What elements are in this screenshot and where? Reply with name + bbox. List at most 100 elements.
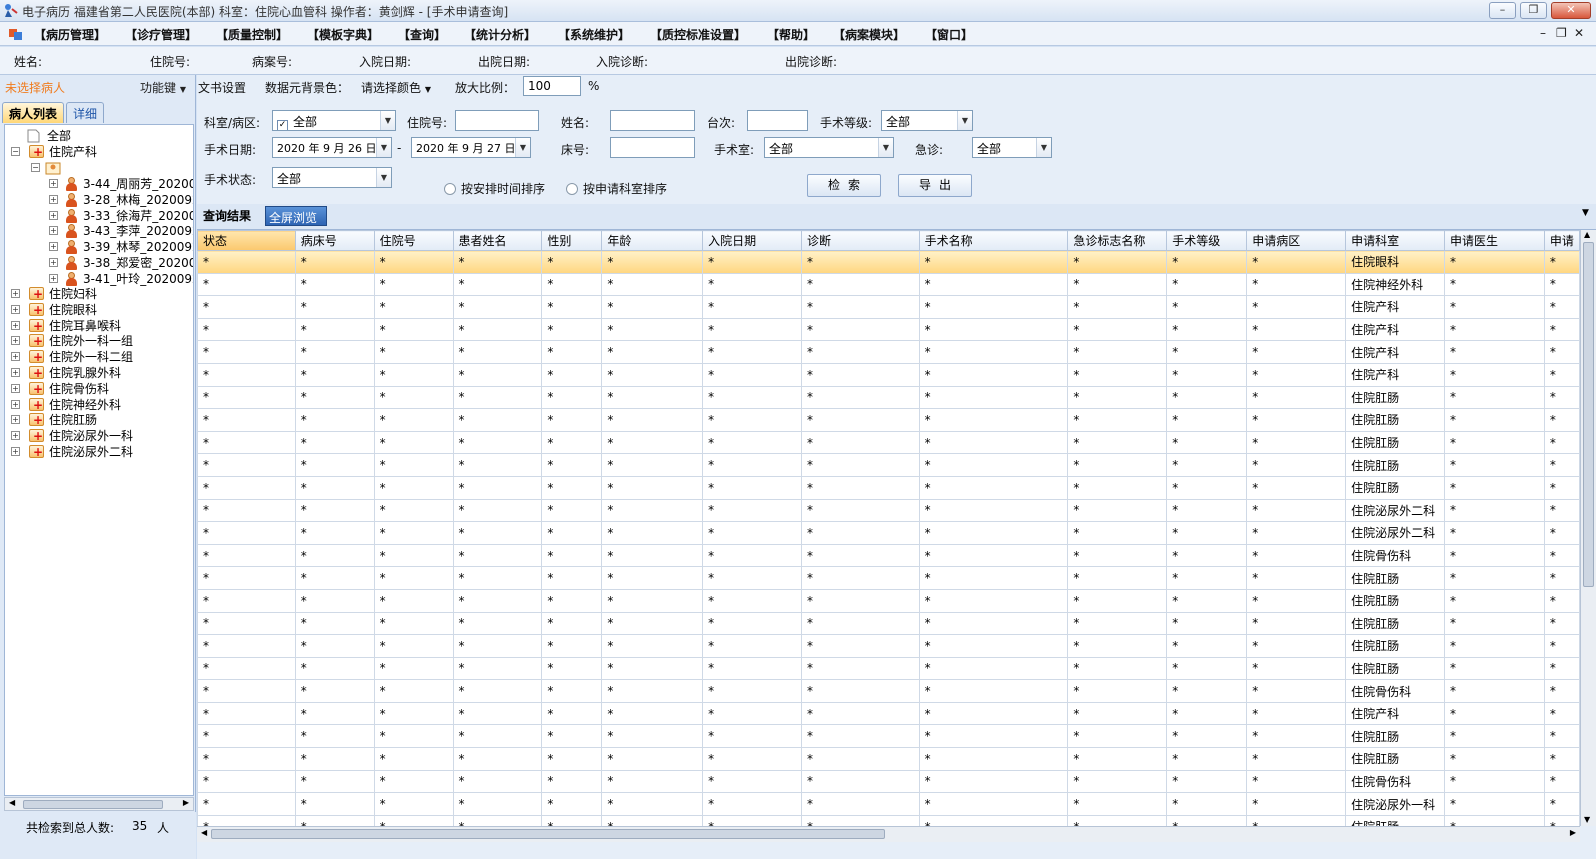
expand-icon[interactable]: +: [11, 415, 20, 425]
collapse-arrow-icon[interactable]: ▼: [1582, 208, 1589, 218]
zoom-input[interactable]: 100: [523, 76, 581, 96]
tree-dept-node[interactable]: + 住院眼科: [11, 302, 191, 318]
table-row[interactable]: ************住院肛肠**: [197, 385, 1580, 410]
menu-help[interactable]: 【帮助】: [767, 26, 815, 43]
name-input[interactable]: [610, 110, 695, 131]
column-header[interactable]: 申请病区: [1246, 230, 1347, 251]
scroll-thumb[interactable]: [23, 800, 163, 809]
tree-horizontal-scrollbar[interactable]: ◀ ▶: [4, 797, 194, 811]
table-row[interactable]: ************住院肛肠**: [197, 747, 1580, 771]
date-from-picker[interactable]: 2020 年 9 月 26 日 ▼: [272, 137, 392, 158]
tree-dept-node[interactable]: + 住院肛肠: [11, 412, 191, 428]
tree-dept-node[interactable]: + 住院妇科: [11, 286, 191, 302]
mdi-close-button[interactable]: ✕: [1574, 26, 1584, 40]
collapse-icon[interactable]: −: [31, 163, 40, 172]
menu-query[interactable]: 【查询】: [398, 26, 446, 43]
expand-icon[interactable]: +: [49, 273, 58, 283]
bg-color-select[interactable]: 请选择颜色 ▼: [361, 79, 431, 96]
table-row[interactable]: * * * * * * * * * * * * 住院产科 * *: [197, 701, 1580, 726]
table-row[interactable]: ************住院肛肠**: [197, 453, 1580, 477]
column-header[interactable]: 手术名称: [918, 230, 1069, 251]
minimize-button[interactable]: –: [1489, 2, 1516, 19]
scroll-left-icon[interactable]: ◀: [9, 798, 15, 807]
table-row[interactable]: ************住院肛肠**: [197, 634, 1580, 658]
dropdown-arrow-icon[interactable]: ▼: [957, 111, 972, 130]
table-row[interactable]: * * * * * * * * * * * * 住院产科 * *: [197, 295, 1580, 319]
table-row[interactable]: ************住院肛肠**: [197, 588, 1580, 613]
tree-dept-node[interactable]: + 住院乳腺外科: [11, 365, 191, 381]
expand-icon[interactable]: +: [49, 194, 58, 204]
table-row[interactable]: ************住院肛肠**: [197, 430, 1580, 455]
tree-dept-node[interactable]: + 住院耳鼻喉科: [11, 318, 191, 334]
scroll-up-icon[interactable]: ▲: [1584, 230, 1590, 239]
doc-settings-link[interactable]: 文书设置: [198, 79, 246, 96]
menu-case-module[interactable]: 【病案模块】: [833, 26, 905, 43]
expand-icon[interactable]: +: [49, 242, 58, 252]
grid-vertical-scrollbar[interactable]: ▲ ▼: [1580, 230, 1596, 826]
column-header[interactable]: 申请: [1543, 230, 1580, 251]
table-row[interactable]: * * * * * * * * * * * * 住院骨伤科 * *: [197, 543, 1580, 568]
menu-treatment[interactable]: 【诊疗管理】: [125, 26, 197, 43]
sort-by-dept-radio[interactable]: 按申请科室排序: [566, 180, 667, 197]
column-header[interactable]: 申请医生: [1444, 230, 1545, 251]
restore-button[interactable]: ❐: [1520, 2, 1547, 19]
tree-dept-node[interactable]: + 住院骨伤科: [11, 381, 191, 397]
expand-icon[interactable]: +: [11, 320, 20, 330]
expand-icon[interactable]: +: [11, 383, 20, 393]
menu-statistics[interactable]: 【统计分析】: [464, 26, 536, 43]
column-header[interactable]: 诊断: [800, 230, 920, 251]
tree-dept-node[interactable]: + 住院外一科二组: [11, 349, 191, 365]
level-select[interactable]: 全部 ▼: [881, 110, 973, 131]
expand-icon[interactable]: +: [49, 210, 58, 220]
column-header[interactable]: 手术等级: [1166, 230, 1248, 251]
scroll-thumb[interactable]: [211, 829, 885, 839]
function-key-dropdown[interactable]: 功能键 ▼: [140, 79, 186, 96]
scroll-thumb[interactable]: [1583, 242, 1594, 587]
expand-icon[interactable]: +: [11, 368, 20, 377]
times-input[interactable]: [747, 110, 808, 131]
room-select[interactable]: 全部 ▼: [764, 137, 894, 158]
column-header[interactable]: 病床号: [294, 230, 375, 251]
column-header[interactable]: 住院号: [373, 230, 454, 251]
dropdown-arrow-icon[interactable]: ▼: [1036, 138, 1051, 157]
export-button[interactable]: 导出: [898, 174, 972, 197]
dropdown-arrow-icon[interactable]: ▼: [878, 138, 893, 157]
column-header[interactable]: 年龄: [601, 230, 704, 251]
radio-icon[interactable]: [444, 183, 456, 195]
tab-patient-list[interactable]: 病人列表: [2, 102, 65, 123]
table-row[interactable]: ************住院肛肠**: [197, 408, 1580, 432]
close-button[interactable]: ✕: [1551, 2, 1591, 19]
sort-by-time-radio[interactable]: 按安排时间排序: [444, 180, 545, 197]
column-header[interactable]: 入院日期: [702, 230, 802, 251]
expand-icon[interactable]: +: [11, 399, 20, 409]
tree-dept-node[interactable]: + 住院泌尿外二科: [11, 444, 191, 460]
column-header[interactable]: 申请科室: [1345, 230, 1446, 251]
tree-dept-node[interactable]: + 住院泌尿外一科: [11, 428, 191, 444]
table-row[interactable]: * * * * * * * * * * * * 住院神经外科 * *: [197, 272, 1580, 297]
tab-detail[interactable]: 详细: [66, 102, 105, 123]
expand-icon[interactable]: +: [11, 304, 20, 314]
table-row[interactable]: ************住院肛肠**: [197, 656, 1580, 681]
emergency-select[interactable]: 全部 ▼: [972, 137, 1052, 158]
search-button[interactable]: 检索: [807, 174, 881, 197]
tree-dept-node[interactable]: + 住院外一科一组: [11, 333, 191, 349]
tree-dept-node[interactable]: + 住院神经外科: [11, 397, 191, 413]
scroll-right-icon[interactable]: ▶: [1570, 828, 1576, 837]
column-header[interactable]: 患者姓名: [452, 230, 543, 251]
fullscreen-button[interactable]: 全屏浏览: [265, 206, 327, 226]
table-row[interactable]: * * * * * * * * * * * * 住院泌尿外二科 * *: [197, 521, 1580, 545]
scroll-down-icon[interactable]: ▼: [1584, 815, 1590, 824]
menu-window[interactable]: 【窗口】: [925, 26, 973, 43]
menu-system[interactable]: 【系统维护】: [558, 26, 630, 43]
expand-icon[interactable]: +: [49, 179, 58, 188]
table-row[interactable]: * * * * * * * * * * * * 住院产科 * *: [197, 340, 1580, 364]
radio-icon[interactable]: [566, 183, 578, 195]
menu-record-management[interactable]: 【病历管理】: [34, 26, 106, 43]
checkbox-icon[interactable]: ✓: [277, 120, 288, 130]
expand-icon[interactable]: +: [11, 431, 20, 441]
table-row[interactable]: * * * * * * * * * * * * 住院产科 * *: [197, 362, 1580, 387]
table-row[interactable]: * * * * * * * * * * * * 住院泌尿外一科 * *: [197, 792, 1580, 816]
menu-qc-standards[interactable]: 【质控标准设置】: [650, 26, 746, 43]
table-row[interactable]: * * * * * * * * * * * * 住院泌尿外二科 * *: [197, 498, 1580, 523]
dept-select[interactable]: ✓ 全部 ▼: [272, 110, 396, 131]
